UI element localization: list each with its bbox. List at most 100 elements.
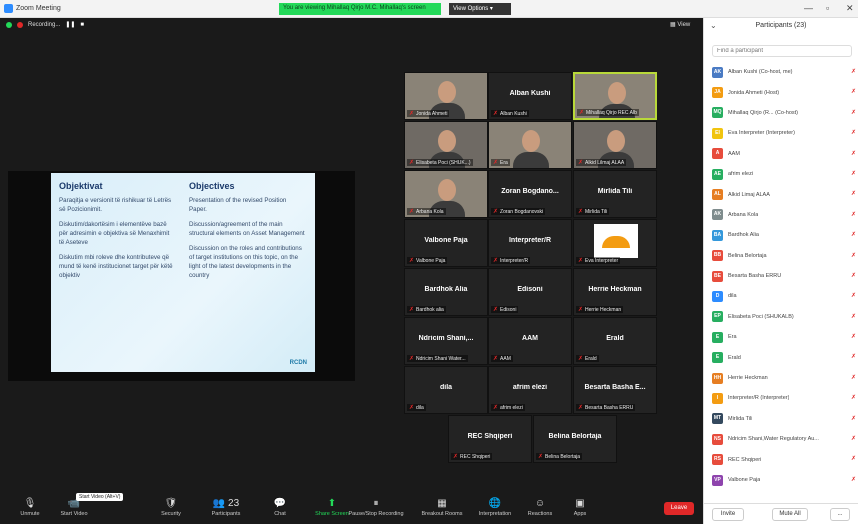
participant-logo-image <box>594 224 638 258</box>
video-tile[interactable]: Bardhok Alia ✗ Bardhok alia <box>404 268 488 316</box>
more-options-button[interactable]: ... <box>830 508 850 521</box>
video-tile[interactable]: Erald ✗ Erald <box>573 317 657 365</box>
participant-row[interactable]: BE Besarta Basha ERRU ✗ <box>712 266 858 286</box>
participant-name: Mihallaq Qirjo (R... (Co-host) <box>728 109 798 116</box>
video-tile[interactable]: ✗ Eva Interpreter <box>573 219 657 267</box>
video-tile[interactable]: Belina Belortaja ✗ Belina Belortaja <box>533 415 617 463</box>
close-button[interactable]: ✕ <box>846 3 854 14</box>
participant-row[interactable]: AK Alban Kushi (Co-host, me) ✗ <box>712 62 858 82</box>
participant-row[interactable]: MQ Mihallaq Qirjo (R... (Co-host) ✗ <box>712 103 858 123</box>
pause-stop-recording-button[interactable]: ⏸ Pause/Stop Recording <box>346 497 406 517</box>
video-tile[interactable]: Valbone Paja ✗ Valbone Paja <box>404 219 488 267</box>
participant-row[interactable]: E Era ✗ <box>712 327 858 347</box>
avatar: AL <box>712 189 723 201</box>
participant-row[interactable]: EP Elisabeta Poci (SHUKALB) ✗ <box>712 307 858 327</box>
participant-row[interactable]: BA Bardhok Alia ✗ <box>712 225 858 245</box>
toolbar-label: Unmute <box>20 511 40 517</box>
participant-row[interactable]: MT Mirlida Tili ✗ <box>712 409 858 429</box>
participant-head <box>438 179 456 201</box>
pause-recording-button[interactable]: ❚❚ <box>65 21 75 28</box>
participant-name: Herrie Heckman <box>728 375 768 382</box>
participant-name: Interpreter/R (Interpreter) <box>728 395 790 402</box>
participant-row[interactable]: HH Herrie Heckman ✗ <box>712 368 858 388</box>
mute-all-button[interactable]: Mute All <box>772 508 808 521</box>
video-tile[interactable]: dila ✗ dila <box>404 366 488 414</box>
video-tile[interactable]: Edisoni ✗ Edisoni <box>488 268 572 316</box>
minimize-button[interactable]: — <box>804 3 813 13</box>
video-tile[interactable]: ✗ Arbana Kola <box>404 170 488 218</box>
tile-label-text: Alban Kushi <box>500 110 527 117</box>
view-button[interactable]: ▦ View <box>670 21 690 28</box>
participant-head <box>522 130 540 152</box>
participant-row[interactable]: A AAM ✗ <box>712 144 858 164</box>
participant-row[interactable]: NS Ndricim Shani,Water Regulatory Au... ✗ <box>712 429 858 449</box>
video-tile[interactable]: Alban Kushi ✗ Alban Kushi <box>488 72 572 120</box>
tile-label-text: Belina Belortaja <box>545 453 581 460</box>
view-options-button[interactable]: View Options ▾ <box>449 3 511 15</box>
tile-name-label: ✗ Alban Kushi <box>491 110 529 117</box>
mic-muted-icon: ✗ <box>850 395 856 402</box>
slide-title-english: Objectives <box>189 181 235 191</box>
invite-button[interactable]: Invite <box>712 508 744 521</box>
avatar: HH <box>712 372 723 384</box>
video-tile[interactable]: Mirlida Tili ✗ Mirlida Tili <box>573 170 657 218</box>
window-title-text: Zoom Meeting <box>16 5 61 12</box>
participant-row[interactable]: E Erald ✗ <box>712 347 858 367</box>
video-tile[interactable]: ✗ Jonida Ahmeti <box>404 72 488 120</box>
video-tile[interactable]: Interpreter/R ✗ Interpreter/R <box>488 219 572 267</box>
video-tile[interactable]: ✗ Alkid Lilmaj ALAA <box>573 121 657 169</box>
avatar: AE <box>712 168 723 180</box>
tile-name-label: ✗ Mirlida Tili <box>576 208 610 215</box>
avatar: D <box>712 290 723 302</box>
toolbar-label: Reactions <box>527 511 553 517</box>
video-tile[interactable]: REC Shqiperi ✗ REC Shqiperi <box>448 415 532 463</box>
tile-label-text: Erald <box>585 355 597 362</box>
video-tile[interactable]: ✗ Elisabeta Poci (SHUK...) <box>404 121 488 169</box>
participant-row[interactable]: AE afrim elezi ✗ <box>712 164 858 184</box>
participant-search-input[interactable] <box>712 45 852 57</box>
mic-muted-icon: ✗ <box>850 252 856 259</box>
start-video-tooltip: Start Video (Alt+V) <box>76 493 124 501</box>
participants-button[interactable]: 👥 23 Participants <box>196 497 256 517</box>
security-button[interactable]: 🛡 Security <box>141 497 201 517</box>
video-tile[interactable]: afrim elezi ✗ afrim elezi <box>488 366 572 414</box>
stop-recording-button[interactable]: ■ <box>80 22 84 28</box>
mic-muted-icon: ✗ <box>493 111 499 117</box>
video-tile[interactable]: Besarta Basha E... ✗ Besarta Basha ERRU <box>573 366 657 414</box>
participant-row[interactable]: EI Eva Interpreter (Interpreter) ✗ <box>712 123 858 143</box>
participant-name: Belina Belortaja <box>728 252 767 259</box>
tile-name-label: ✗ Herrie Heckman <box>576 306 624 313</box>
participant-row[interactable]: Ddila ✗ <box>712 286 858 306</box>
participant-row[interactable]: JA Jonida Ahmeti (Host) ✗ <box>712 82 858 102</box>
participant-row[interactable]: AL Alkid Limaj ALAA ✗ <box>712 184 858 204</box>
tile-label-text: Ndricim Shani Water... <box>416 355 466 362</box>
video-tile[interactable]: AAM ✗ AAM <box>488 317 572 365</box>
video-tile[interactable]: ✗ Mihallaq Qirjo REC Alb <box>573 72 657 120</box>
participant-row[interactable]: RS REC Shqiperi ✗ <box>712 449 858 469</box>
maximize-button[interactable]: ▫ <box>826 3 829 13</box>
participant-name: Elisabeta Poci (SHUKALB) <box>728 313 794 320</box>
apps-button[interactable]: ▣ Apps <box>550 497 610 517</box>
toolbar-label: Chat <box>274 511 286 517</box>
mic-muted-icon: ✗ <box>453 454 459 460</box>
video-tile[interactable]: Ndricim Shani,... ✗ Ndricim Shani Water... <box>404 317 488 365</box>
leave-button[interactable]: Leave <box>664 502 694 515</box>
sun-logo-icon <box>602 236 630 248</box>
video-tile[interactable]: ✗ Era <box>488 121 572 169</box>
participant-row[interactable]: VP Valbone Paja ✗ <box>712 470 858 490</box>
video-tile[interactable]: Herrie Heckman ✗ Herrie Heckman <box>573 268 657 316</box>
mic-muted-icon: ✗ <box>409 209 415 215</box>
shield-icon[interactable] <box>6 21 12 28</box>
participant-row[interactable]: AK Arbana Kola ✗ <box>712 205 858 225</box>
participant-name: dila <box>728 293 737 300</box>
mic-muted-icon: ✗ <box>409 160 415 166</box>
title-bar: Zoom Meeting You are viewing Mihallaq Qi… <box>0 0 858 18</box>
slide-title-albanian: Objektivat <box>59 181 103 191</box>
breakout-rooms-button[interactable]: ▦ Breakout Rooms <box>412 497 472 517</box>
pause-stop-recording-icon: ⏸ <box>373 498 379 509</box>
video-tile[interactable]: Zoran Bogdano... ✗ Zoran Bogdanovski <box>488 170 572 218</box>
participant-row[interactable]: I Interpreter/R (Interpreter) ✗ <box>712 388 858 408</box>
chat-button[interactable]: 💬 Chat <box>250 497 310 517</box>
mic-muted-icon: ✗ <box>409 405 415 411</box>
participant-row[interactable]: BB Belina Belortaja ✗ <box>712 246 858 266</box>
